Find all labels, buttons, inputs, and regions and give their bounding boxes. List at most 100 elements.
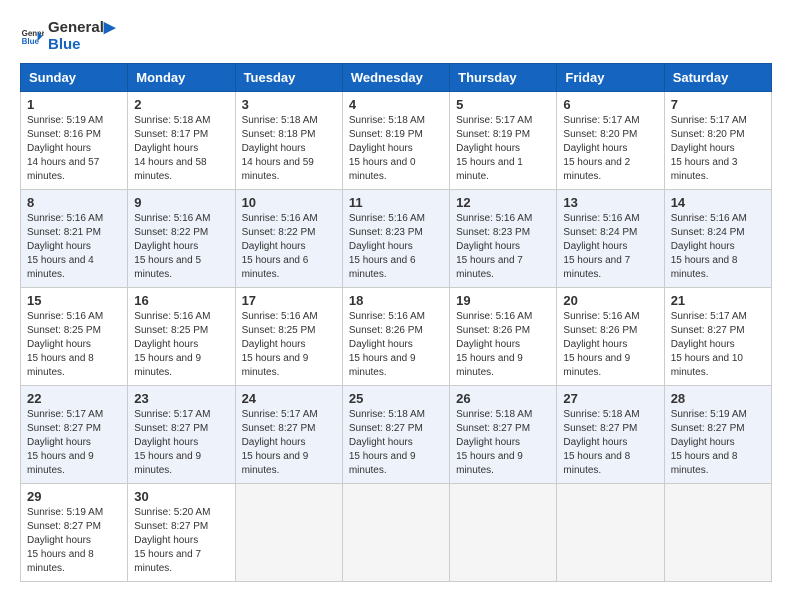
calendar-cell: 29Sunrise: 5:19 AMSunset: 8:27 PMDayligh… xyxy=(21,484,128,582)
day-info: Sunrise: 5:16 AMSunset: 8:23 PMDaylight … xyxy=(456,212,550,282)
day-number: 23 xyxy=(134,391,228,406)
calendar-cell xyxy=(235,484,342,582)
calendar-cell: 13 Sunrise: 5:16 AMSunset: 8:24 PMDayligh… xyxy=(557,190,664,288)
calendar-week-1: 1 Sunrise: 5:19 AMSunset: 8:16 PMDaylight… xyxy=(21,92,772,190)
calendar-week-3: 15 Sunrise: 5:16 AMSunset: 8:25 PMDayligh… xyxy=(21,288,772,386)
col-header-friday: Friday xyxy=(557,64,664,92)
day-number: 26 xyxy=(456,391,550,406)
day-number: 17 xyxy=(242,293,336,308)
day-number: 22 xyxy=(27,391,121,406)
calendar-cell: 14 Sunrise: 5:16 AMSunset: 8:24 PMDayligh… xyxy=(664,190,771,288)
day-info: Sunrise: 5:16 AMSunset: 8:24 PMDaylight … xyxy=(563,212,657,282)
day-number: 18 xyxy=(349,293,443,308)
calendar-week-4: 22 Sunrise: 5:17 AMSunset: 8:27 PMDayligh… xyxy=(21,386,772,484)
calendar-cell xyxy=(450,484,557,582)
calendar-cell: 5 Sunrise: 5:17 AMSunset: 8:19 PMDaylight… xyxy=(450,92,557,190)
day-info: Sunrise: 5:17 AMSunset: 8:27 PMDaylight … xyxy=(671,310,765,380)
day-info: Sunrise: 5:17 AMSunset: 8:27 PMDaylight … xyxy=(27,408,121,478)
calendar-cell: 9 Sunrise: 5:16 AMSunset: 8:22 PMDaylight… xyxy=(128,190,235,288)
day-number: 8 xyxy=(27,195,121,210)
calendar-week-5: 29Sunrise: 5:19 AMSunset: 8:27 PMDayligh… xyxy=(21,484,772,582)
day-number: 30 xyxy=(134,489,228,504)
col-header-wednesday: Wednesday xyxy=(342,64,449,92)
col-header-tuesday: Tuesday xyxy=(235,64,342,92)
calendar-cell: 16Sunrise: 5:16 AMSunset: 8:25 PMDayligh… xyxy=(128,288,235,386)
day-info: Sunrise: 5:16 AMSunset: 8:22 PMDaylight … xyxy=(134,212,228,282)
calendar-cell: 28Sunrise: 5:19 AMSunset: 8:27 PMDayligh… xyxy=(664,386,771,484)
day-number: 29 xyxy=(27,489,121,504)
day-number: 3 xyxy=(242,97,336,112)
calendar-cell: 30 Sunrise: 5:20 AMSunset: 8:27 PMDayligh… xyxy=(128,484,235,582)
col-header-thursday: Thursday xyxy=(450,64,557,92)
calendar-cell: 22 Sunrise: 5:17 AMSunset: 8:27 PMDayligh… xyxy=(21,386,128,484)
day-info: Sunrise: 5:16 AMSunset: 8:21 PMDaylight … xyxy=(27,212,121,282)
day-number: 7 xyxy=(671,97,765,112)
day-number: 25 xyxy=(349,391,443,406)
calendar-cell: 4 Sunrise: 5:18 AMSunset: 8:19 PMDaylight… xyxy=(342,92,449,190)
day-info: Sunrise: 5:16 AMSunset: 8:25 PMDaylight … xyxy=(134,310,228,380)
day-number: 12 xyxy=(456,195,550,210)
calendar-header-row: SundayMondayTuesdayWednesdayThursdayFrid… xyxy=(21,64,772,92)
logo-icon: General Blue xyxy=(20,25,44,49)
day-info: Sunrise: 5:20 AMSunset: 8:27 PMDaylight … xyxy=(134,506,228,576)
calendar-cell: 18 Sunrise: 5:16 AMSunset: 8:26 PMDayligh… xyxy=(342,288,449,386)
day-info: Sunrise: 5:16 AMSunset: 8:22 PMDaylight … xyxy=(242,212,336,282)
calendar-cell: 24 Sunrise: 5:17 AMSunset: 8:27 PMDayligh… xyxy=(235,386,342,484)
day-number: 15 xyxy=(27,293,121,308)
day-number: 4 xyxy=(349,97,443,112)
calendar-cell xyxy=(557,484,664,582)
day-info: Sunrise: 5:16 AMSunset: 8:26 PMDaylight … xyxy=(349,310,443,380)
day-number: 2 xyxy=(134,97,228,112)
calendar-cell: 2 Sunrise: 5:18 AMSunset: 8:17 PMDaylight… xyxy=(128,92,235,190)
calendar-cell: 1 Sunrise: 5:19 AMSunset: 8:16 PMDaylight… xyxy=(21,92,128,190)
day-info: Sunrise: 5:17 AMSunset: 8:20 PMDaylight … xyxy=(563,114,657,184)
calendar-cell: 17Sunrise: 5:16 AMSunset: 8:25 PMDayligh… xyxy=(235,288,342,386)
calendar-cell: 7Sunrise: 5:17 AMSunset: 8:20 PMDaylight… xyxy=(664,92,771,190)
day-info: Sunrise: 5:16 AMSunset: 8:24 PMDaylight … xyxy=(671,212,765,282)
day-info: Sunrise: 5:18 AMSunset: 8:19 PMDaylight … xyxy=(349,114,443,184)
calendar-cell xyxy=(342,484,449,582)
calendar-cell: 12 Sunrise: 5:16 AMSunset: 8:23 PMDayligh… xyxy=(450,190,557,288)
day-number: 9 xyxy=(134,195,228,210)
day-info: Sunrise: 5:17 AMSunset: 8:27 PMDaylight … xyxy=(242,408,336,478)
day-number: 5 xyxy=(456,97,550,112)
col-header-monday: Monday xyxy=(128,64,235,92)
calendar-cell: 3 Sunrise: 5:18 AMSunset: 8:18 PMDaylight… xyxy=(235,92,342,190)
calendar-week-2: 8 Sunrise: 5:16 AMSunset: 8:21 PMDaylight… xyxy=(21,190,772,288)
day-number: 13 xyxy=(563,195,657,210)
day-number: 21 xyxy=(671,293,765,308)
calendar-cell: 21 Sunrise: 5:17 AMSunset: 8:27 PMDayligh… xyxy=(664,288,771,386)
day-info: Sunrise: 5:16 AMSunset: 8:26 PMDaylight … xyxy=(563,310,657,380)
calendar-cell: 10 Sunrise: 5:16 AMSunset: 8:22 PMDayligh… xyxy=(235,190,342,288)
day-number: 27 xyxy=(563,391,657,406)
logo: General Blue General▶ Blue xyxy=(20,20,115,53)
day-number: 10 xyxy=(242,195,336,210)
header: General Blue General▶ Blue xyxy=(20,20,772,53)
calendar-cell xyxy=(664,484,771,582)
day-number: 20 xyxy=(563,293,657,308)
day-number: 14 xyxy=(671,195,765,210)
day-info: Sunrise: 5:19 AMSunset: 8:16 PMDaylight … xyxy=(27,114,121,184)
day-info: Sunrise: 5:16 AMSunset: 8:25 PMDaylight … xyxy=(27,310,121,380)
day-info: Sunrise: 5:16 AMSunset: 8:23 PMDaylight … xyxy=(349,212,443,282)
col-header-saturday: Saturday xyxy=(664,64,771,92)
calendar-cell: 6 Sunrise: 5:17 AMSunset: 8:20 PMDaylight… xyxy=(557,92,664,190)
calendar-cell: 20 Sunrise: 5:16 AMSunset: 8:26 PMDayligh… xyxy=(557,288,664,386)
calendar-table: SundayMondayTuesdayWednesdayThursdayFrid… xyxy=(20,63,772,582)
svg-text:Blue: Blue xyxy=(22,37,40,46)
day-info: Sunrise: 5:17 AMSunset: 8:27 PMDaylight … xyxy=(134,408,228,478)
day-info: Sunrise: 5:18 AMSunset: 8:17 PMDaylight … xyxy=(134,114,228,184)
day-number: 1 xyxy=(27,97,121,112)
logo-general-text: General▶ xyxy=(48,20,115,37)
calendar-cell: 11Sunrise: 5:16 AMSunset: 8:23 PMDayligh… xyxy=(342,190,449,288)
day-number: 6 xyxy=(563,97,657,112)
day-info: Sunrise: 5:18 AMSunset: 8:18 PMDaylight … xyxy=(242,114,336,184)
logo-blue-text: Blue xyxy=(48,37,115,54)
day-info: Sunrise: 5:17 AMSunset: 8:19 PMDaylight … xyxy=(456,114,550,184)
day-number: 28 xyxy=(671,391,765,406)
calendar-cell: 8 Sunrise: 5:16 AMSunset: 8:21 PMDaylight… xyxy=(21,190,128,288)
calendar-cell: 26Sunrise: 5:18 AMSunset: 8:27 PMDayligh… xyxy=(450,386,557,484)
day-number: 24 xyxy=(242,391,336,406)
day-info: Sunrise: 5:18 AMSunset: 8:27 PMDaylight … xyxy=(563,408,657,478)
calendar-cell: 19Sunrise: 5:16 AMSunset: 8:26 PMDayligh… xyxy=(450,288,557,386)
